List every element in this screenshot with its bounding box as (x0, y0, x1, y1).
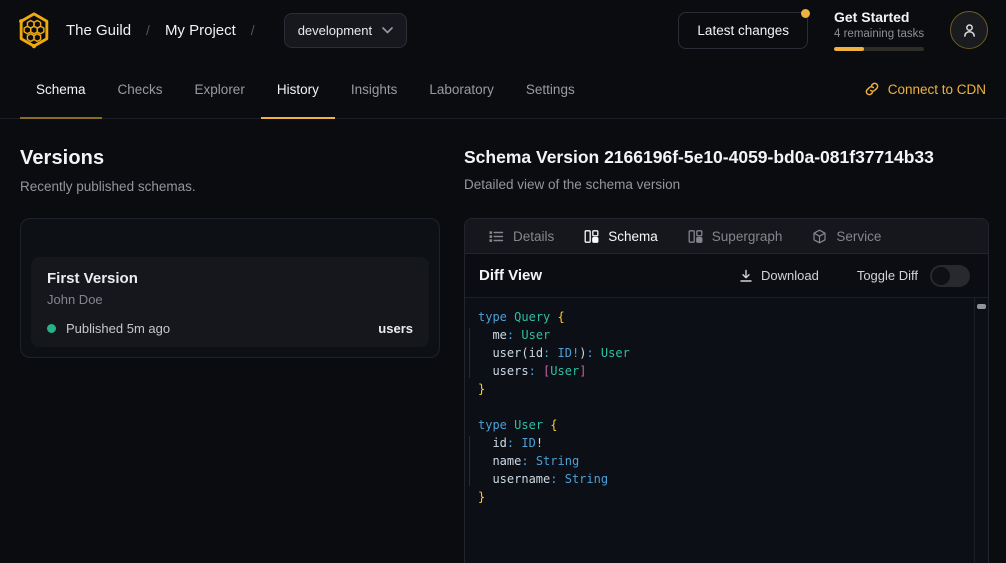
versions-title: Versions (20, 147, 444, 170)
code-line: user(id: ID!): User (478, 344, 968, 362)
detail-tab-label: Service (836, 229, 881, 244)
versions-section: Versions Recently published schemas. Fir… (0, 119, 444, 563)
get-started-progress-track (834, 47, 924, 51)
detail-tab-supergraph[interactable]: Supergraph (688, 229, 783, 244)
download-label: Download (761, 268, 819, 283)
panels-icon (584, 229, 599, 244)
version-status: Published 5m ago (66, 321, 170, 336)
code-line: type Query { (478, 308, 968, 326)
get-started-progress-fill (834, 47, 864, 51)
detail-tab-service[interactable]: Service (812, 229, 881, 244)
diff-view-actions: Download Toggle Diff (739, 265, 970, 287)
code-line: } (478, 380, 968, 398)
main-tab-history[interactable]: History (261, 60, 335, 118)
version-status-row: Published 5m ago users (47, 321, 413, 336)
code-line: } (478, 488, 968, 506)
main-nav: SchemaChecksExplorerHistoryInsightsLabor… (0, 60, 1006, 119)
download-button[interactable]: Download (739, 268, 819, 283)
version-list-item[interactable]: First Version John Doe Published 5m ago use… (31, 257, 429, 347)
top-bar: The Guild / My Project / development Lat… (0, 0, 1006, 60)
code-line: users: [User] (478, 362, 968, 380)
version-name: First Version (47, 270, 413, 287)
main-tab-explorer[interactable]: Explorer (179, 60, 261, 118)
published-status-dot (47, 324, 56, 333)
main-tab-laboratory[interactable]: Laboratory (413, 60, 510, 118)
toggle-diff-switch[interactable] (930, 265, 970, 287)
get-started-widget[interactable]: Get Started 4 remaining tasks (834, 9, 924, 51)
hive-logo-icon[interactable] (14, 10, 54, 50)
diff-view-title: Diff View (479, 267, 542, 284)
notification-dot (801, 9, 810, 18)
breadcrumb-separator: / (146, 22, 150, 38)
indent-guide (469, 436, 470, 486)
detail-tabs: Details Schema Supergraph Service (465, 219, 988, 254)
detail-tab-schema[interactable]: Schema (584, 229, 658, 244)
code-line: name: String (478, 452, 968, 470)
versions-list-card: First Version John Doe Published 5m ago use… (20, 218, 440, 358)
code-line: me: User (478, 326, 968, 344)
breadcrumb-project[interactable]: My Project (165, 22, 236, 39)
detail-tab-label: Schema (608, 229, 658, 244)
version-author: John Doe (47, 292, 413, 307)
main-tab-insights[interactable]: Insights (335, 60, 414, 118)
top-bar-left: The Guild / My Project / development (14, 10, 407, 50)
toggle-diff-label: Toggle Diff (857, 268, 918, 283)
link-icon (864, 81, 880, 97)
download-icon (739, 269, 753, 283)
version-detail-section: Schema Version 2166196f-5e10-4059-bd0a-0… (444, 119, 1006, 563)
detail-tab-label: Details (513, 229, 554, 244)
get-started-title: Get Started (834, 9, 924, 25)
indent-guide (469, 328, 470, 378)
chevron-down-icon (382, 27, 393, 34)
connect-to-cdn-label: Connect to CDN (888, 82, 986, 97)
breadcrumb-org[interactable]: The Guild (66, 22, 131, 39)
main-tab-schema[interactable]: Schema (20, 60, 102, 118)
user-icon (961, 22, 978, 39)
detail-tab-label: Supergraph (712, 229, 783, 244)
code-line: type User { (478, 416, 968, 434)
main-tab-checks[interactable]: Checks (102, 60, 179, 118)
diff-view-header: Diff View Download Toggle Diff (465, 254, 988, 298)
get-started-subtitle: 4 remaining tasks (834, 28, 924, 40)
versions-subtitle: Recently published schemas. (20, 179, 444, 194)
user-menu-button[interactable] (950, 11, 988, 49)
schema-code-editor[interactable]: type Query { me: User user(id: ID!): Use… (465, 298, 988, 563)
version-detail-title: Schema Version 2166196f-5e10-4059-bd0a-0… (464, 147, 989, 168)
toggle-knob (932, 267, 950, 285)
breadcrumb-separator: / (251, 22, 255, 38)
code-scrollbar-thumb[interactable] (977, 304, 986, 309)
connect-to-cdn-button[interactable]: Connect to CDN (864, 60, 986, 118)
code-line (478, 398, 968, 416)
main-nav-tabs: SchemaChecksExplorerHistoryInsightsLabor… (20, 60, 591, 118)
target-select[interactable]: development (284, 13, 407, 48)
version-service-badge: users (378, 321, 413, 336)
content: Versions Recently published schemas. Fir… (0, 119, 1006, 563)
latest-changes-button[interactable]: Latest changes (678, 12, 808, 49)
versions-list: First Version John Doe Published 5m ago use… (31, 257, 429, 347)
detail-tab-details[interactable]: Details (489, 229, 554, 244)
version-detail-panel: Details Schema Supergraph Service Diff View… (464, 218, 989, 563)
list-icon (489, 229, 504, 244)
panels-icon (688, 229, 703, 244)
version-detail-subtitle: Detailed view of the schema version (464, 177, 989, 192)
latest-changes-label: Latest changes (697, 23, 789, 38)
main-tab-settings[interactable]: Settings (510, 60, 591, 118)
cube-icon (812, 229, 827, 244)
code-line: id: ID! (478, 434, 968, 452)
schema-sdl-code: type Query { me: User user(id: ID!): Use… (465, 298, 988, 516)
code-line: username: String (478, 470, 968, 488)
target-select-value: development (298, 23, 372, 38)
top-bar-right: Latest changes Get Started 4 remaining t… (678, 9, 988, 51)
code-scrollbar[interactable] (974, 298, 988, 563)
